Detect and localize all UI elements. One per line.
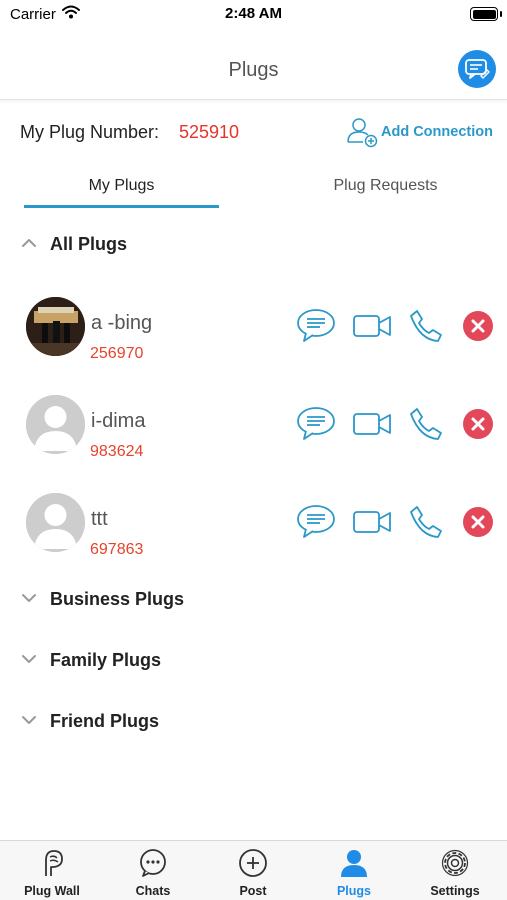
- plug-wall-icon: [7, 848, 97, 878]
- avatar: [26, 297, 85, 356]
- chevron-down-icon: [20, 589, 38, 612]
- tab-my-plugs[interactable]: My Plugs: [24, 177, 219, 195]
- navigation-bar: Plugs: [0, 28, 507, 100]
- group-title: All Plugs: [50, 234, 128, 254]
- contact-row[interactable]: i-dima 983624: [0, 395, 507, 475]
- group-header-friend-plugs[interactable]: Friend Plugs: [0, 707, 507, 737]
- video-camera-icon: [353, 511, 391, 533]
- close-circle-icon: [463, 507, 493, 537]
- group-title: Business Plugs: [50, 589, 185, 609]
- phone-icon: [410, 310, 442, 342]
- group-header-business-plugs[interactable]: Business Plugs: [0, 585, 507, 615]
- chevron-up-icon: [20, 234, 38, 257]
- page-title: Plugs: [228, 59, 279, 81]
- message-button[interactable]: [295, 501, 337, 543]
- tab-label: Post: [239, 884, 267, 898]
- phone-icon: [410, 408, 442, 440]
- video-camera-icon: [353, 413, 391, 435]
- plug-number-value: 525910: [179, 122, 240, 142]
- avatar: [26, 493, 85, 552]
- close-circle-icon: [463, 409, 493, 439]
- close-circle-icon: [463, 311, 493, 341]
- contact-name: a -bing: [91, 312, 153, 334]
- tab-chats[interactable]: Chats: [108, 841, 198, 900]
- group-title: Family Plugs: [50, 650, 162, 670]
- status-time: 2:48 AM: [225, 5, 282, 22]
- video-call-button[interactable]: [351, 305, 393, 347]
- plug-number-row: My Plug Number: 525910 Add Connection: [0, 100, 507, 162]
- contact-plug-number: 256970: [90, 345, 144, 362]
- add-connection-button[interactable]: Add Connection: [345, 116, 493, 148]
- contact-name: i-dima: [91, 410, 146, 432]
- tab-label: Plugs: [336, 884, 372, 898]
- video-call-button[interactable]: [351, 501, 393, 543]
- video-camera-icon: [353, 315, 391, 337]
- remove-plug-button[interactable]: [457, 403, 499, 445]
- group-header-all-plugs[interactable]: All Plugs: [0, 230, 507, 260]
- chat-bubble-icon: [297, 309, 335, 342]
- chat-bubble-icon: [297, 407, 335, 440]
- gear-icon: [410, 848, 500, 878]
- voice-call-button[interactable]: [405, 305, 447, 347]
- tab-label: Chats: [135, 884, 171, 898]
- contact-row[interactable]: a -bing 256970: [0, 297, 507, 377]
- segment-tabs: My Plugs Plug Requests: [0, 165, 507, 211]
- contact-plug-number: 697863: [90, 541, 144, 558]
- message-button[interactable]: [295, 305, 337, 347]
- bottom-tab-bar: Plug Wall Chats Post Plugs Settings: [0, 840, 507, 900]
- battery-icon: [470, 7, 498, 21]
- voice-call-button[interactable]: [405, 501, 447, 543]
- chevron-down-icon: [20, 711, 38, 734]
- add-person-icon: [347, 118, 378, 148]
- plus-circle-icon: [208, 848, 298, 878]
- compose-chat-button[interactable]: [458, 50, 496, 88]
- avatar: [26, 395, 85, 454]
- status-bar: Carrier 2:48 AM: [0, 0, 507, 28]
- message-button[interactable]: [295, 403, 337, 445]
- group-title: Friend Plugs: [50, 711, 160, 731]
- chat-bubble-icon: [297, 505, 335, 538]
- chevron-down-icon: [20, 650, 38, 673]
- tab-plug-requests[interactable]: Plug Requests: [288, 177, 483, 195]
- group-header-family-plugs[interactable]: Family Plugs: [0, 646, 507, 676]
- tab-label: Settings: [430, 884, 480, 898]
- person-icon: [309, 848, 399, 878]
- voice-call-button[interactable]: [405, 403, 447, 445]
- chat-bubble-icon: [108, 848, 198, 878]
- phone-icon: [410, 506, 442, 538]
- active-tab-indicator: [24, 205, 219, 208]
- contact-row[interactable]: ttt 697863: [0, 493, 507, 573]
- plug-number-label: My Plug Number:: [20, 122, 160, 142]
- video-call-button[interactable]: [351, 403, 393, 445]
- chat-edit-icon: [465, 59, 490, 79]
- contact-name: ttt: [91, 508, 108, 530]
- tab-plugs[interactable]: Plugs: [309, 841, 399, 900]
- tab-settings[interactable]: Settings: [410, 841, 500, 900]
- add-connection-label: Add Connection: [381, 124, 493, 140]
- contact-plug-number: 983624: [90, 443, 144, 460]
- tab-label: Plug Wall: [24, 884, 80, 898]
- remove-plug-button[interactable]: [457, 305, 499, 347]
- tab-plug-wall[interactable]: Plug Wall: [7, 841, 97, 900]
- remove-plug-button[interactable]: [457, 501, 499, 543]
- tab-post[interactable]: Post: [208, 841, 298, 900]
